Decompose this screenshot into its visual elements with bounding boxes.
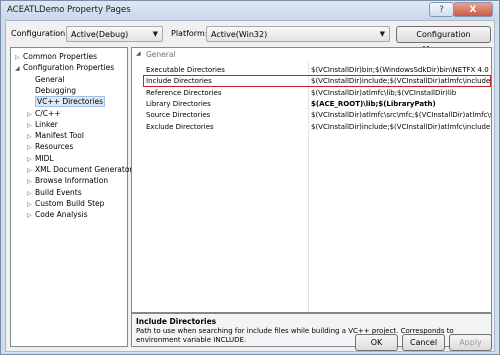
- tree-item-label: Custom Build Step: [35, 198, 105, 208]
- tree-item-label: MIDL: [35, 153, 54, 163]
- expand-arrow-icon[interactable]: ◢: [15, 63, 23, 74]
- configuration-label: Configuration:: [11, 29, 68, 38]
- close-icon: X: [469, 4, 477, 15]
- expand-arrow-icon[interactable]: ▷: [27, 210, 35, 221]
- property-name: Library Directories: [146, 99, 211, 108]
- property-grid: ◢ General Executable Directories $(VCInst…: [131, 47, 492, 313]
- tree-item-label: Build Events: [35, 187, 82, 197]
- chevron-down-icon: ▼: [379, 30, 385, 38]
- property-value[interactable]: $(VCInstallDir)bin;$(WindowsSdkDir)bin\N…: [311, 65, 491, 76]
- property-tree: ▷ Common Properties ◢ Configuration Propert…: [10, 47, 133, 347]
- tree-item[interactable]: ▷ Browse Information: [27, 175, 108, 186]
- cancel-button[interactable]: Cancel: [402, 334, 445, 351]
- configuration-toolbar: Configuration: Active(Debug) ▼ Platform:…: [6, 21, 496, 54]
- tree-item[interactable]: ▷ Common Properties: [15, 51, 97, 62]
- property-name: Exclude Directories: [146, 122, 214, 131]
- property-value[interactable]: $(VCInstallDir)atlmfc\lib;$(VCInstallDir…: [311, 88, 491, 99]
- apply-button[interactable]: Apply: [449, 334, 492, 351]
- property-value[interactable]: $(VCInstallDir)include;$(VCInstallDir)at…: [311, 76, 491, 87]
- property-pages-window: ACEATLDemo Property Pages ? X Configurat…: [0, 0, 500, 355]
- tree-item-label: General: [35, 74, 65, 84]
- tree-item-label: Resources: [35, 142, 74, 152]
- tree-item[interactable]: ▷ Manifest Tool: [27, 130, 84, 141]
- tree-item-label: XML Document Generator: [35, 165, 133, 174]
- tree-item[interactable]: ▷ Build Events: [27, 187, 82, 198]
- close-button[interactable]: X: [453, 2, 493, 17]
- tree-item-label: Debugging: [35, 85, 77, 95]
- property-row[interactable]: Executable Directories $(VCInstallDir)bin…: [132, 65, 491, 76]
- configuration-manager-button[interactable]: Configuration Manager...: [396, 26, 491, 54]
- tree-item[interactable]: VC++ Directories: [27, 96, 106, 108]
- tree-item[interactable]: ▷ C/C++: [27, 108, 61, 119]
- category-title: General: [146, 50, 176, 59]
- tree-item-label: VC++ Directories: [35, 96, 106, 108]
- property-name: Include Directories: [146, 77, 212, 86]
- property-row[interactable]: Include Directories $(VCInstallDir)includ…: [132, 75, 491, 88]
- tree-item[interactable]: Debugging: [27, 85, 76, 96]
- chevron-down-icon: ▼: [152, 30, 158, 38]
- property-row[interactable]: Source Directories $(VCInstallDir)atlmfc\…: [132, 110, 491, 121]
- title-buttons: ? X: [429, 2, 493, 17]
- property-value[interactable]: $(ACE_ROOT)\lib;$(LibraryPath): [311, 99, 491, 110]
- ok-button[interactable]: OK: [355, 334, 398, 351]
- property-value[interactable]: $(VCInstallDir)include;$(VCInstallDir)at…: [311, 122, 491, 133]
- description-title: Include Directories: [136, 317, 217, 326]
- expand-arrow-icon: ◢: [136, 50, 141, 57]
- resize-grip-icon[interactable]: ⋰: [489, 344, 497, 352]
- property-row[interactable]: Reference Directories $(VCInstallDir)atlm…: [132, 88, 491, 99]
- tree-item[interactable]: ▷ Resources: [27, 141, 73, 152]
- platform-label: Platform:: [171, 29, 208, 38]
- property-value[interactable]: $(VCInstallDir)atlmfc\src\mfc;$(VCInstal…: [311, 110, 491, 121]
- category-general[interactable]: ◢ General: [132, 48, 491, 62]
- tree-item-label: Manifest Tool: [35, 131, 84, 141]
- property-name: Source Directories: [146, 111, 211, 120]
- tree-item-label: Code Analysis: [35, 210, 88, 220]
- dialog-client-area: Configuration: Active(Debug) ▼ Platform:…: [5, 20, 495, 352]
- tree-item-label: Common Properties: [23, 52, 98, 61]
- tree-item[interactable]: ▷ Custom Build Step: [27, 198, 104, 209]
- property-name: Executable Directories: [146, 66, 225, 74]
- title-bar[interactable]: ACEATLDemo Property Pages ? X: [1, 1, 499, 20]
- property-row[interactable]: Library Directories $(ACE_ROOT)\lib;$(Lib…: [132, 99, 491, 110]
- window-title: ACEATLDemo Property Pages: [7, 5, 131, 15]
- tree-item-label: Linker: [35, 119, 58, 129]
- tree-item[interactable]: ▷ XML Document Generator: [27, 164, 133, 175]
- tree-item[interactable]: General: [27, 74, 65, 85]
- help-icon: ?: [439, 4, 444, 15]
- property-row[interactable]: Exclude Directories $(VCInstallDir)includ…: [132, 122, 491, 133]
- tree-item[interactable]: ▷ MIDL: [27, 153, 54, 164]
- tree-item-label: Configuration Properties: [23, 63, 115, 73]
- tree-item[interactable]: ▷ Linker: [27, 119, 58, 130]
- tree-item-label: Browse Information: [35, 176, 109, 186]
- configuration-value: Active(Debug): [71, 30, 129, 39]
- help-button[interactable]: ?: [429, 2, 454, 17]
- tree-item-label: C/C++: [35, 108, 61, 118]
- configuration-dropdown[interactable]: Active(Debug) ▼: [66, 26, 163, 42]
- tree-item[interactable]: ▷ Code Analysis: [27, 209, 88, 220]
- property-name: Reference Directories: [146, 88, 222, 97]
- platform-value: Active(Win32): [211, 30, 268, 39]
- tree-item[interactable]: ◢ Configuration Properties: [15, 62, 114, 73]
- platform-dropdown[interactable]: Active(Win32) ▼: [206, 26, 390, 42]
